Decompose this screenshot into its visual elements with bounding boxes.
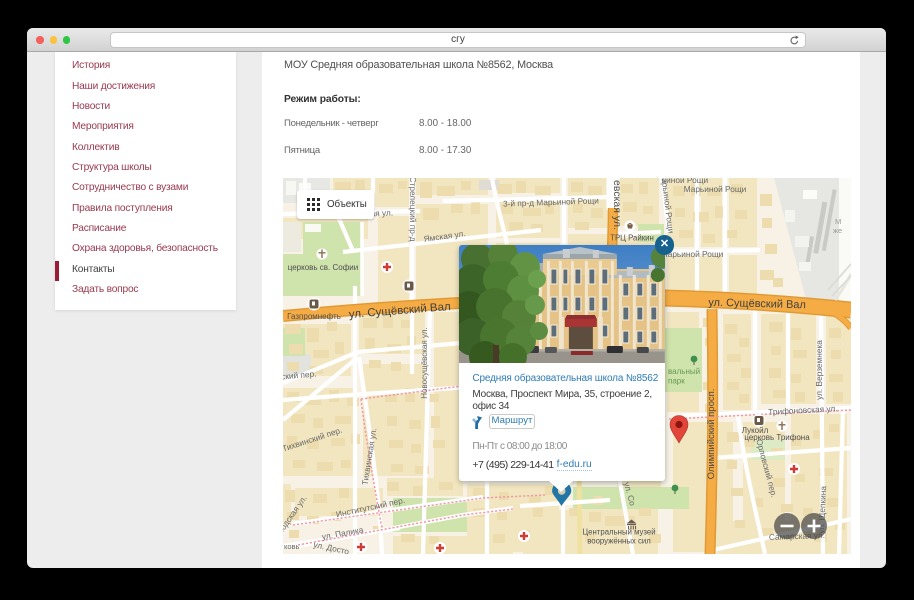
svg-text:церковь св. Софии: церковь св. Софии [288,263,359,272]
svg-text:ул. Сущёвский Вал: ул. Сущёвский Вал [708,297,806,312]
svg-text:Марьиной Рощи: Марьиной Рощи [684,184,747,194]
svg-text:ТРЦ Райкин: ТРЦ Райкин [610,234,654,243]
svg-text:евская ул.: евская ул. [611,180,623,230]
svg-text:церковь Трифона: церковь Трифона [744,433,810,442]
svg-text:Новосущёвская ул.: Новосущёвская ул. [420,327,429,398]
svg-text:ул. Верземнека: ул. Верземнека [814,340,824,400]
svg-text:М: М [835,217,841,226]
svg-text:Газпромнефть: Газпромнефть [287,312,341,321]
svg-text:Олимпийский просп.: Олимпийский просп. [706,389,717,480]
svg-text:парк: парк [668,377,685,386]
svg-text:Центральный музей: Центральный музей [582,528,655,537]
svg-text:ковь: ковь [284,542,300,551]
svg-text:Стрелецкий пр-д: Стрелецкий пр-д [408,178,418,242]
svg-text:вальный: вальный [668,367,700,376]
svg-text:вооружённых сил: вооружённых сил [587,537,651,546]
svg-text:же: же [833,226,842,235]
